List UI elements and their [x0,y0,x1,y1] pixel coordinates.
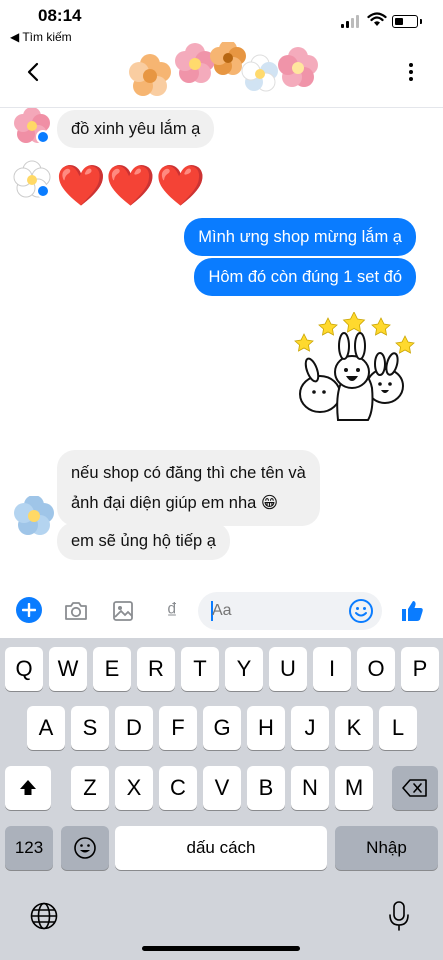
key-m[interactable]: M [335,766,373,810]
key-l[interactable]: L [379,706,417,750]
back-to-app-link[interactable]: ◀ Tìm kiếm [10,30,72,44]
contact-avatar[interactable] [12,495,54,535]
key-q[interactable]: Q [5,647,43,691]
thumbs-up-icon [402,601,423,621]
ios-keyboard: Q W E R T Y U I O P A S D F G H J K L Z … [0,638,443,960]
hearts-message[interactable]: ❤️ ❤️ ❤️ [56,164,205,208]
key-i[interactable]: I [313,647,351,691]
bunnies-sticker[interactable] [288,312,416,424]
key-b[interactable]: B [247,766,285,810]
key-v[interactable]: V [203,766,241,810]
messenger-badge-icon [36,130,50,144]
payment-button[interactable]: ₫ [158,597,186,625]
incoming-message[interactable]: nếu shop có đăng thì che tên và ảnh đại … [57,450,320,526]
message-line: nếu shop có đăng thì che tên và [71,464,306,482]
contact-avatar[interactable] [12,108,50,144]
heart-icon: ❤️ [155,164,206,208]
key-h[interactable]: H [247,706,285,750]
emoji-keyboard-key[interactable] [61,826,109,870]
message-list[interactable]: đồ xinh yêu lắm ạ ❤️ ❤️ ❤️ Mình ưng shop… [0,108,443,584]
blue-flower-icon [14,495,54,535]
cellular-signal-icon [341,15,361,28]
battery-icon [392,15,422,28]
contact-avatar-flowers[interactable] [120,42,325,104]
messenger-badge-icon [36,184,50,198]
home-indicator[interactable] [142,946,300,951]
contact-avatar[interactable] [12,160,51,198]
heart-icon: ❤️ [105,164,156,208]
key-g[interactable]: G [203,706,241,750]
key-a[interactable]: A [27,706,65,750]
message-input[interactable] [212,600,342,622]
key-d[interactable]: D [115,706,153,750]
more-actions-button[interactable] [16,597,42,623]
key-f[interactable]: F [159,706,197,750]
key-c[interactable]: C [159,766,197,810]
shift-key[interactable] [5,766,51,810]
key-r[interactable]: R [137,647,175,691]
key-j[interactable]: J [291,706,329,750]
key-t[interactable]: T [181,647,219,691]
camera-icon [65,602,87,620]
key-o[interactable]: O [357,647,395,691]
backspace-key[interactable] [392,766,438,810]
status-time: 08:14 [38,6,82,25]
message-composer: ₫ [0,584,443,638]
gallery-button[interactable] [109,597,137,625]
key-n[interactable]: N [291,766,329,810]
emoji-keyboard-icon [74,837,96,859]
key-z[interactable]: Z [71,766,109,810]
shift-icon [20,780,36,795]
backspace-icon [402,779,427,797]
outgoing-message[interactable]: Mình ưng shop mừng lắm ạ [184,218,416,256]
key-k[interactable]: K [335,706,373,750]
like-button[interactable] [398,597,426,625]
more-options-button[interactable] [401,60,421,84]
globe-icon[interactable] [29,901,59,931]
key-x[interactable]: X [115,766,153,810]
microphone-icon[interactable] [387,900,411,932]
return-key[interactable]: Nhập [335,826,438,870]
key-p[interactable]: P [401,647,439,691]
incoming-message[interactable]: em sẽ ủng hộ tiếp ạ [57,522,230,560]
conversation-header [0,42,443,108]
back-chevron-icon [27,62,39,82]
more-options-icon [409,63,413,67]
outgoing-message[interactable]: Hôm đó còn đúng 1 set đó [194,258,416,296]
emoji-icon[interactable] [348,598,374,624]
key-e[interactable]: E [93,647,131,691]
message-field[interactable] [198,592,382,630]
numbers-key[interactable]: 123 [5,826,53,870]
space-key[interactable]: dấu cách [115,826,327,870]
messenger-screen: 08:14 ◀ Tìm kiếm đồ xinh yêu lắm ạ ❤️ ❤️… [0,0,443,960]
plus-icon [22,603,36,617]
incoming-message[interactable]: đồ xinh yêu lắm ạ [57,110,215,148]
camera-button[interactable] [62,597,90,625]
wifi-icon [367,12,387,26]
key-u[interactable]: U [269,647,307,691]
back-button[interactable] [18,58,48,86]
key-y[interactable]: Y [225,647,263,691]
message-line: ảnh đại diện giúp em nha 😁 [71,494,279,512]
status-bar: 08:14 ◀ Tìm kiếm [0,0,443,48]
key-s[interactable]: S [71,706,109,750]
gallery-icon [113,601,133,621]
heart-icon: ❤️ [56,164,106,208]
key-w[interactable]: W [49,647,87,691]
